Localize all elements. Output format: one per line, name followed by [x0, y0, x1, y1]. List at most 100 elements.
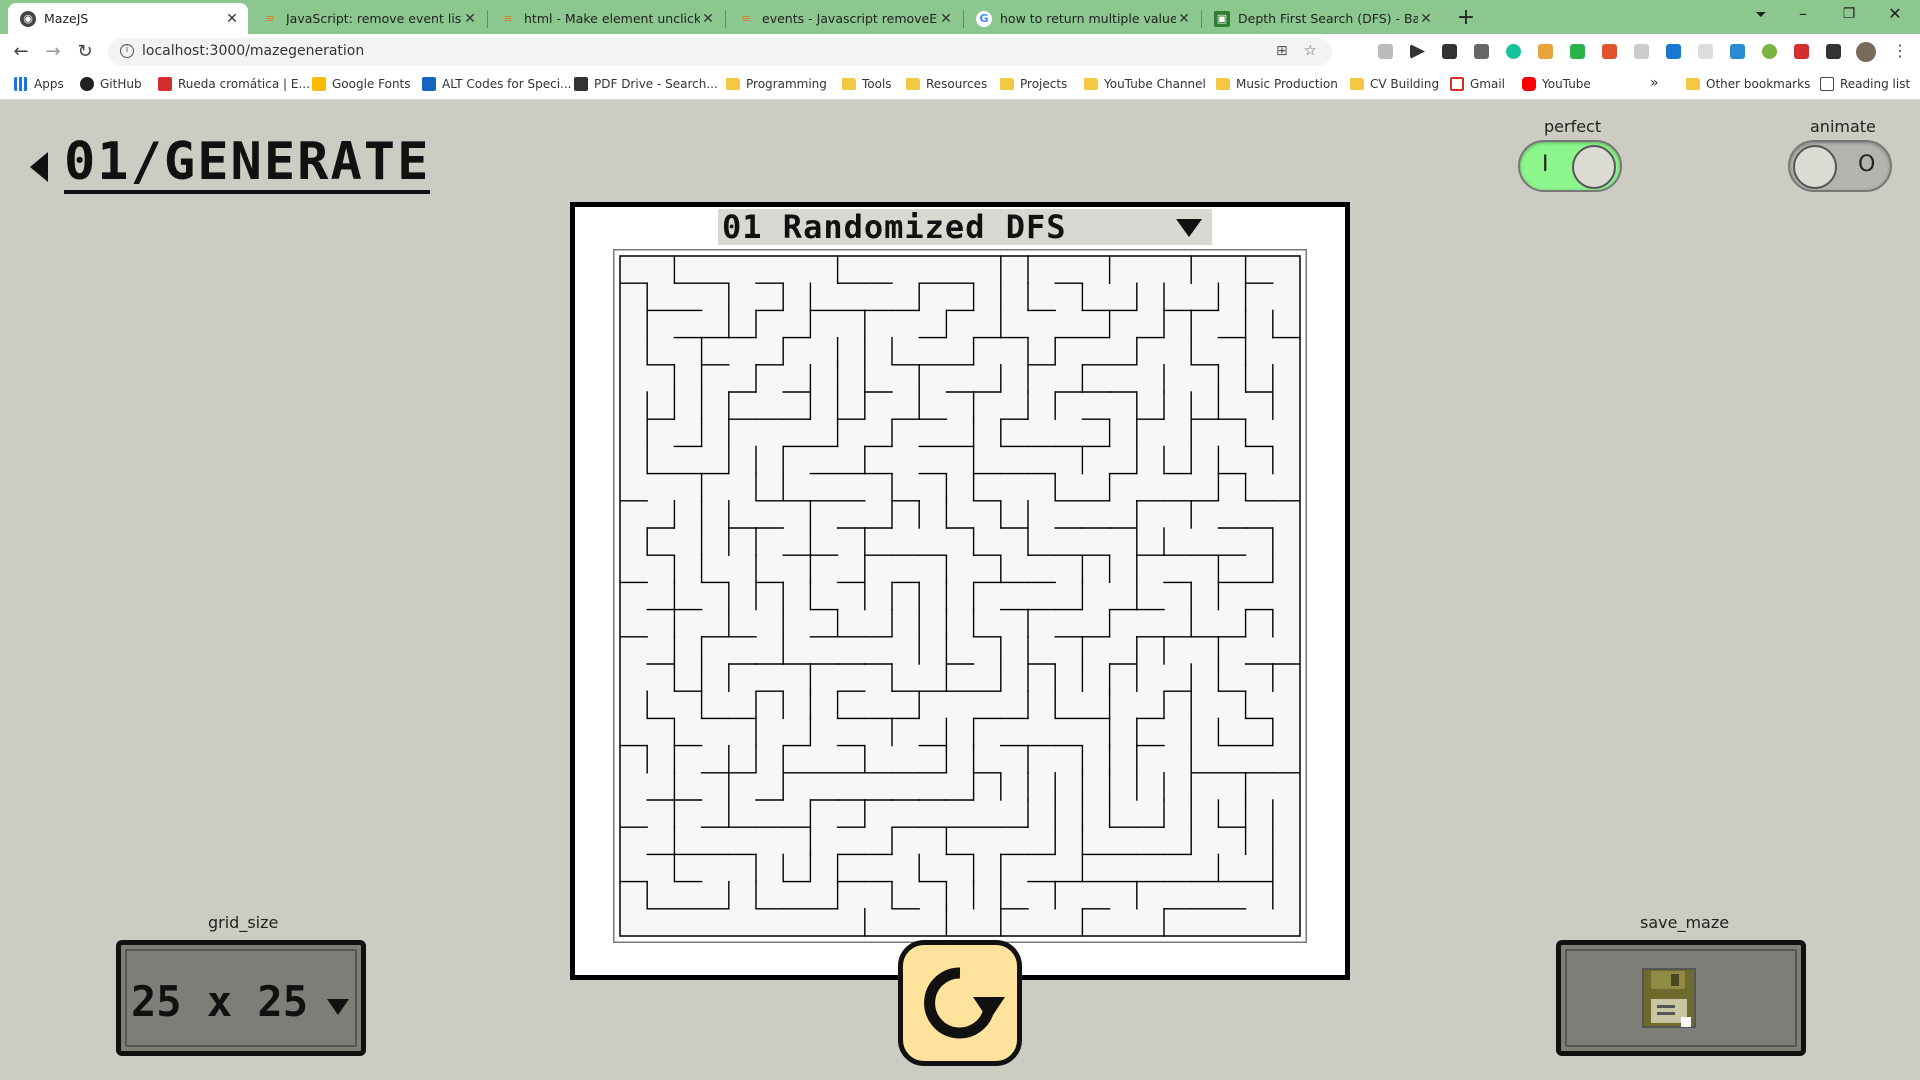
bookmark-label: PDF Drive - Search...: [594, 77, 718, 91]
bookmarks-bar: Apps GitHub Rueda cromática | E... Googl…: [0, 70, 1920, 100]
back-button[interactable]: ←: [10, 41, 32, 63]
bookmark-label: Rueda cromática | E...: [178, 77, 310, 91]
bookmark-alt-codes[interactable]: ALT Codes for Speci...: [422, 77, 571, 91]
bookmark-star-icon[interactable]: ☆: [1304, 43, 1317, 59]
apps-grid-icon: [14, 77, 28, 91]
reload-button[interactable]: ↻: [74, 41, 96, 63]
bookmark-cv-building[interactable]: CV Building: [1350, 77, 1439, 91]
profile-avatar[interactable]: [1856, 42, 1876, 62]
restore-button[interactable]: ❐: [1826, 6, 1872, 22]
toggle-state-text: I: [1542, 152, 1549, 177]
bookmark-label: ALT Codes for Speci...: [442, 77, 572, 91]
bookmark-label: Music Production: [1236, 77, 1338, 91]
url-text: localhost:3000/mazegeneration: [142, 43, 365, 59]
bookmark-programming[interactable]: Programming: [726, 77, 827, 91]
folder-icon: [842, 78, 856, 90]
tab-search-icon[interactable]: ⏷: [1738, 7, 1784, 23]
bookmark-tools[interactable]: Tools: [842, 77, 892, 91]
extension-dark-icon[interactable]: [1442, 44, 1457, 59]
algorithm-select[interactable]: 01 Randomized DFS: [718, 208, 1212, 246]
caret-left-icon[interactable]: [30, 152, 48, 182]
maze-canvas: [613, 249, 1307, 943]
bookmark-gmail[interactable]: Gmail: [1450, 77, 1505, 91]
close-window-button[interactable]: ✕: [1872, 4, 1918, 23]
extension-green-icon[interactable]: [1570, 44, 1585, 59]
bookmark-label: Apps: [34, 77, 64, 91]
extension-pocket-icon[interactable]: [1474, 44, 1489, 59]
animate-toggle[interactable]: O: [1788, 140, 1892, 192]
pdf-drive-icon: [574, 77, 588, 91]
bookmark-resources[interactable]: Resources: [906, 77, 987, 91]
folder-icon: [1000, 78, 1014, 90]
bookmark-github[interactable]: GitHub: [80, 77, 142, 91]
close-icon[interactable]: ✕: [1176, 11, 1192, 27]
extension-multi-icon[interactable]: [1762, 44, 1777, 59]
reading-list-button[interactable]: Reading list: [1820, 77, 1910, 91]
bookmark-youtube[interactable]: YouTube: [1522, 77, 1591, 91]
address-bar[interactable]: i localhost:3000/mazegeneration ⊞ ☆: [108, 38, 1332, 66]
bookmarks-overflow-button[interactable]: »: [1650, 75, 1659, 91]
bookmark-label: YouTube: [1542, 77, 1591, 91]
extension-grammarly-icon[interactable]: [1506, 44, 1521, 59]
extension-tp-icon[interactable]: [1794, 44, 1809, 59]
tab-stackoverflow-2[interactable]: ≡ html - Make element unclickable ✕: [488, 3, 724, 34]
minimize-button[interactable]: –: [1780, 4, 1826, 23]
youtube-icon: [1522, 77, 1536, 91]
google-fonts-icon: [312, 77, 326, 91]
close-icon[interactable]: ✕: [700, 11, 716, 27]
bookmark-google-fonts[interactable]: Google Fonts: [312, 77, 411, 91]
tab-google-search[interactable]: G how to return multiple values in ✕: [964, 3, 1200, 34]
puzzle-icon[interactable]: [1826, 44, 1841, 59]
perfect-toggle[interactable]: I: [1518, 140, 1622, 192]
tab-stackoverflow-3[interactable]: ≡ events - Javascript removeEventL ✕: [726, 3, 962, 34]
regenerate-button[interactable]: [898, 940, 1022, 1066]
stackoverflow-icon: ≡: [503, 12, 513, 25]
tab-mazejs[interactable]: ◉ MazeJS ✕: [8, 3, 248, 34]
bookmark-other[interactable]: Other bookmarks: [1686, 77, 1810, 91]
extension-gray-icon[interactable]: [1634, 44, 1649, 59]
forward-button[interactable]: →: [42, 41, 64, 63]
close-icon[interactable]: ✕: [224, 11, 240, 27]
close-icon[interactable]: ✕: [938, 11, 954, 27]
globe-icon: ◉: [20, 10, 36, 27]
github-icon: [80, 77, 94, 91]
extension-color-icon[interactable]: [1538, 44, 1553, 59]
new-tab-button[interactable]: +: [1454, 5, 1478, 30]
bookmark-music-production[interactable]: Music Production: [1216, 77, 1338, 91]
bookmark-rueda[interactable]: Rueda cromática | E...: [158, 77, 310, 91]
grid-size-label: grid_size: [208, 913, 279, 932]
translate-icon[interactable]: ⊞: [1276, 43, 1288, 59]
bookmark-label: Reading list: [1840, 77, 1911, 91]
grid-size-select[interactable]: 25 x 25: [116, 940, 366, 1056]
page-content: 01/GENERATE perfect I animate O 01 Rando…: [0, 100, 1920, 1080]
extension-cursor-icon[interactable]: [1410, 44, 1425, 59]
toggle-knob: [1572, 145, 1616, 189]
close-icon[interactable]: ✕: [462, 11, 478, 27]
extension-shield-icon[interactable]: [1378, 44, 1393, 59]
menu-icon[interactable]: ⋮: [1892, 41, 1908, 60]
tab-title: JavaScript: remove event listener: [286, 11, 462, 26]
folder-icon: [906, 78, 920, 90]
stackoverflow-icon: ≡: [741, 12, 751, 25]
close-icon[interactable]: ✕: [1418, 11, 1434, 27]
tab-dfs-article[interactable]: ▣ Depth First Search (DFS) - Backtr ✕: [1202, 3, 1442, 34]
extension-bracket-icon[interactable]: [1730, 44, 1745, 59]
adobe-icon: [158, 77, 172, 91]
algorithm-selected-value: 01 Randomized DFS: [722, 208, 1067, 246]
tab-title: html - Make element unclickable: [524, 11, 700, 26]
bookmark-label: YouTube Channel: [1104, 77, 1206, 91]
bookmark-pdf-drive[interactable]: PDF Drive - Search...: [574, 77, 718, 91]
tab-stackoverflow-1[interactable]: ≡ JavaScript: remove event listener ✕: [250, 3, 486, 34]
site-icon: ▣: [1214, 10, 1230, 27]
extension-red-icon[interactable]: [1602, 44, 1617, 59]
extension-doc-icon[interactable]: [1698, 44, 1713, 59]
bookmark-youtube-channel[interactable]: YouTube Channel: [1084, 77, 1206, 91]
bookmark-apps[interactable]: Apps: [14, 77, 64, 91]
bookmark-projects[interactable]: Projects: [1000, 77, 1067, 91]
page-title[interactable]: 01/GENERATE: [64, 134, 431, 194]
bookmark-label: Tools: [862, 77, 892, 91]
info-icon[interactable]: i: [120, 44, 134, 58]
tab-title: MazeJS: [44, 11, 89, 26]
extension-blue-icon[interactable]: [1666, 44, 1681, 59]
save-maze-button[interactable]: [1556, 940, 1806, 1056]
